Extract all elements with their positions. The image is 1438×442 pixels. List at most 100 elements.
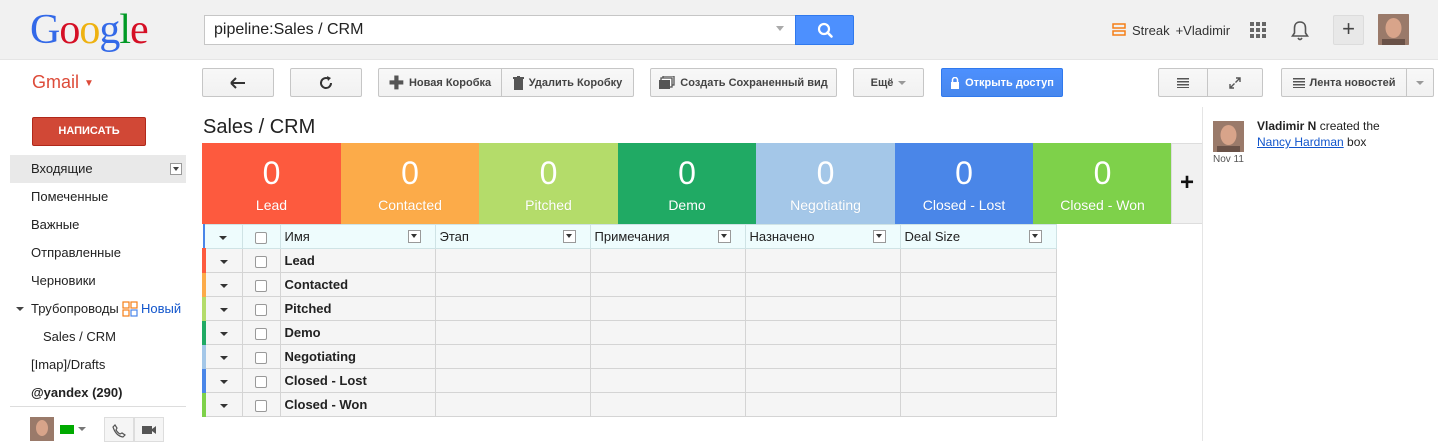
column-menu-icon[interactable] [407, 230, 421, 243]
checkbox[interactable] [255, 255, 267, 268]
feed-author-avatar[interactable] [1213, 121, 1244, 152]
row-name[interactable]: Closed - Won [279, 392, 436, 417]
column-menu-icon[interactable] [872, 230, 886, 243]
row-checkbox-cell[interactable] [241, 248, 281, 273]
inbox-menu-icon[interactable] [170, 163, 182, 175]
row-cell[interactable] [434, 368, 591, 393]
status-dropdown-icon[interactable] [78, 427, 86, 431]
column-header-stage[interactable]: Этап [434, 224, 591, 249]
table-row[interactable]: Demo [202, 320, 1057, 345]
row-cell[interactable] [899, 368, 1057, 393]
gmail-app-switcher[interactable]: Gmail ▼ [32, 72, 94, 93]
newsfeed-button[interactable]: Лента новостей [1281, 68, 1407, 97]
row-menu-cell[interactable] [202, 272, 243, 297]
table-row[interactable]: Closed - Lost [202, 368, 1057, 393]
row-menu-cell[interactable] [202, 344, 243, 369]
row-cell[interactable] [589, 320, 746, 345]
expand-button[interactable] [1207, 68, 1263, 97]
select-all-checkbox[interactable] [241, 224, 281, 249]
row-cell[interactable] [744, 320, 901, 345]
google-logo[interactable]: Google [30, 6, 149, 54]
checkbox[interactable] [255, 231, 267, 244]
new-pipeline-link[interactable]: Новый [122, 295, 181, 323]
row-cell[interactable] [589, 248, 746, 273]
checkbox[interactable] [255, 399, 267, 412]
video-status-icon[interactable] [60, 425, 74, 434]
notifications-bell-icon[interactable] [1290, 20, 1310, 42]
sidebar-item-pipelines[interactable]: Трубопроводы Новый [10, 295, 186, 323]
stage-tile[interactable]: 0 Negotiating [756, 143, 895, 224]
row-cell[interactable] [434, 296, 591, 321]
search-input[interactable] [205, 16, 765, 44]
row-cell[interactable] [744, 368, 901, 393]
apps-grid-icon[interactable] [1250, 22, 1266, 38]
row-checkbox-cell[interactable] [241, 296, 281, 321]
phone-call-button[interactable] [104, 417, 134, 442]
feed-box-link[interactable]: Nancy Hardman [1257, 135, 1344, 149]
table-row[interactable]: Closed - Won [202, 392, 1057, 417]
new-box-button[interactable]: ✚ Новая Коробка [378, 68, 502, 97]
row-cell[interactable] [744, 344, 901, 369]
row-menu-cell[interactable] [202, 320, 243, 345]
column-header-name[interactable]: Имя [279, 224, 436, 249]
table-row[interactable]: Negotiating [202, 344, 1057, 369]
row-name[interactable]: Lead [279, 248, 436, 273]
sidebar-item-sales-crm[interactable]: Sales / CRM [10, 323, 186, 351]
row-checkbox-cell[interactable] [241, 392, 281, 417]
more-button[interactable]: Ещё [853, 68, 924, 97]
column-menu-icon[interactable] [562, 230, 576, 243]
table-row[interactable]: Pitched [202, 296, 1057, 321]
column-header-notes[interactable]: Примечания [589, 224, 746, 249]
column-header-assigned[interactable]: Назначено [744, 224, 901, 249]
row-checkbox-cell[interactable] [241, 272, 281, 297]
row-checkbox-cell[interactable] [241, 320, 281, 345]
chat-avatar[interactable] [30, 417, 54, 441]
user-avatar[interactable] [1378, 14, 1409, 45]
feed-author[interactable]: Vladimir N [1257, 119, 1316, 133]
sidebar-item-yandex[interactable]: @yandex (290) [10, 379, 186, 407]
compose-button[interactable]: НАПИСАТЬ [32, 117, 146, 146]
column-menu-icon[interactable] [717, 230, 731, 243]
stage-tile[interactable]: 0 Demo [617, 143, 757, 224]
create-saved-view-button[interactable]: Создать Сохраненный вид [650, 68, 837, 97]
sidebar-item-sent[interactable]: Отправленные [10, 239, 186, 267]
row-cell[interactable] [899, 296, 1057, 321]
row-name[interactable]: Pitched [279, 296, 436, 321]
row-cell[interactable] [899, 392, 1057, 417]
row-cell[interactable] [899, 272, 1057, 297]
checkbox[interactable] [255, 327, 267, 340]
row-cell[interactable] [744, 248, 901, 273]
stage-tile[interactable]: 0 Closed - Lost [894, 143, 1034, 224]
row-cell[interactable] [589, 392, 746, 417]
row-cell[interactable] [434, 344, 591, 369]
stage-tile[interactable]: 0 Pitched [479, 143, 618, 224]
search-options-icon[interactable] [776, 26, 784, 31]
streak-menu[interactable]: Streak +Vladimir [1112, 20, 1230, 40]
share-plus-button[interactable]: + [1333, 15, 1364, 45]
list-view-button[interactable] [1158, 68, 1208, 97]
collapse-arrow-icon[interactable] [16, 307, 24, 311]
sidebar-item-important[interactable]: Важные [10, 211, 186, 239]
account-label[interactable]: +Vladimir [1176, 23, 1231, 38]
row-cell[interactable] [589, 272, 746, 297]
row-cell[interactable] [899, 320, 1057, 345]
row-cell[interactable] [434, 272, 591, 297]
row-cell[interactable] [744, 392, 901, 417]
sidebar-item-inbox[interactable]: Входящие [10, 155, 186, 183]
search-button[interactable] [795, 15, 854, 45]
refresh-button[interactable] [290, 68, 362, 97]
stage-tile[interactable]: 0 Lead [202, 143, 341, 224]
row-cell[interactable] [744, 272, 901, 297]
checkbox[interactable] [255, 279, 267, 292]
sidebar-item-starred[interactable]: Помеченные [10, 183, 186, 211]
table-row[interactable]: Lead [202, 248, 1057, 273]
sidebar-item-imap-drafts[interactable]: [Imap]/Drafts [10, 351, 186, 379]
row-menu-cell[interactable] [202, 368, 243, 393]
share-access-button[interactable]: Открыть доступ [941, 68, 1063, 97]
newsfeed-dropdown-button[interactable] [1406, 68, 1434, 97]
row-checkbox-cell[interactable] [241, 344, 281, 369]
row-cell[interactable] [899, 344, 1057, 369]
row-cell[interactable] [744, 296, 901, 321]
delete-box-button[interactable]: Удалить Коробку [501, 68, 634, 97]
row-name[interactable]: Closed - Lost [279, 368, 436, 393]
